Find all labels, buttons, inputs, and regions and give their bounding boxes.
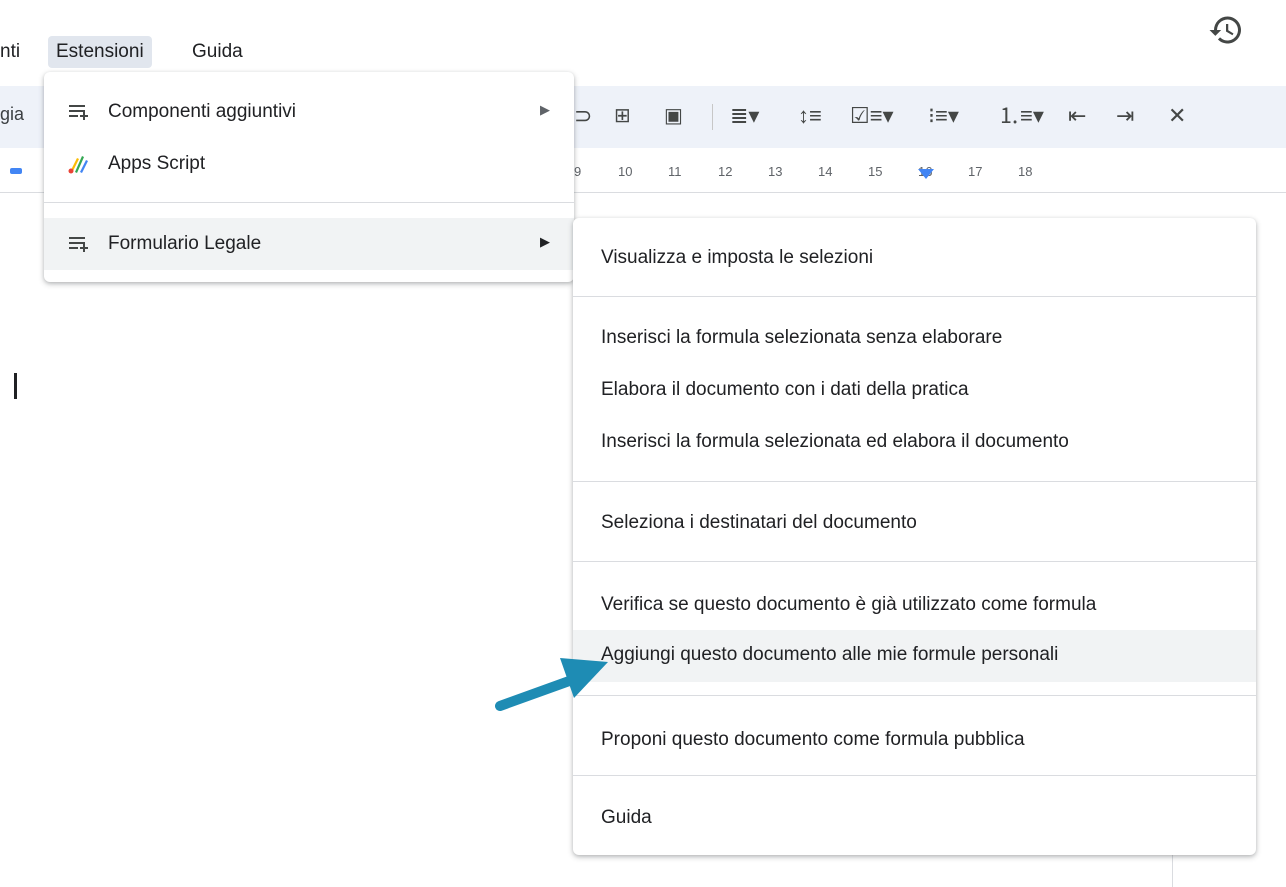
ruler-left-indent-marker[interactable]: [10, 168, 22, 174]
addon-icon: [69, 105, 88, 120]
menu-strumenti[interactable]: nti: [0, 36, 20, 68]
bulleted-list-icon[interactable]: ⁝≡▾: [928, 101, 959, 131]
version-history-icon[interactable]: [1208, 12, 1244, 48]
ruler-number: 17: [968, 164, 983, 179]
ruler-right-indent-marker[interactable]: [918, 169, 934, 179]
submenu-item-guida[interactable]: Guida: [573, 793, 1256, 843]
submenu-item-visualizza-selezioni[interactable]: Visualizza e imposta le selezioni: [573, 233, 1256, 283]
decrease-indent-icon[interactable]: ⇤: [1068, 101, 1086, 131]
menu-estensioni[interactable]: Estensioni: [48, 36, 152, 68]
comment-icon[interactable]: ⊞: [614, 101, 631, 131]
menu-divider: [573, 775, 1256, 776]
annotation-arrow-icon: [495, 658, 608, 711]
menu-item-label: Apps Script: [108, 153, 206, 174]
submenu-item-inserisci-formula[interactable]: Inserisci la formula selezionata senza e…: [573, 313, 1256, 363]
toolbar-partial-label[interactable]: gia: [0, 104, 24, 125]
submenu-item-seleziona-destinatari[interactable]: Seleziona i destinatari del documento: [573, 498, 1256, 548]
menu-divider: [573, 481, 1256, 482]
submenu-item-label: Visualizza e imposta le selezioni: [601, 247, 874, 268]
submenu-item-elabora-documento[interactable]: Elabora il documento con i dati della pr…: [573, 365, 1256, 415]
menubar: nti Estensioni Guida: [0, 30, 700, 74]
submenu-item-label: Inserisci la formula selezionata ed elab…: [601, 431, 1069, 452]
menu-item-label: Componenti aggiuntivi: [108, 101, 297, 122]
menu-divider: [44, 202, 574, 203]
align-icon[interactable]: ≣▾: [730, 101, 759, 131]
toolbar-separator: [712, 104, 713, 130]
submenu-item-proponi-formula-pubblica[interactable]: Proponi questo documento come formula pu…: [573, 715, 1256, 765]
ruler-number: 15: [868, 164, 883, 179]
checklist-icon[interactable]: ☑≡▾: [850, 101, 894, 131]
submenu-item-label: Verifica se questo documento è già utili…: [601, 594, 1097, 615]
submenu-item-aggiungi-formule-personali[interactable]: Aggiungi questo documento alle mie formu…: [573, 630, 1256, 682]
extensions-menu: Componenti aggiuntivi ▶ Apps Script Form…: [44, 72, 574, 282]
line-spacing-icon[interactable]: ↕≡: [798, 101, 822, 131]
ruler-number: 9: [574, 164, 582, 179]
link-icon[interactable]: ⊃: [574, 101, 592, 131]
submenu-item-label: Guida: [601, 807, 652, 828]
text-cursor: [14, 373, 17, 399]
clear-formatting-icon[interactable]: ✕: [1168, 101, 1186, 131]
numbered-list-icon[interactable]: ⒈≡▾: [998, 101, 1044, 131]
increase-indent-icon[interactable]: ⇥: [1116, 101, 1134, 131]
menu-item-formulario-legale[interactable]: Formulario Legale ▶: [44, 218, 574, 270]
submenu-arrow-icon: ▶: [540, 102, 550, 117]
apps-script-icon: [68, 156, 88, 174]
submenu-item-inserisci-ed-elabora[interactable]: Inserisci la formula selezionata ed elab…: [573, 417, 1256, 467]
menu-guida[interactable]: Guida: [192, 36, 243, 68]
submenu-item-label: Elabora il documento con i dati della pr…: [601, 379, 969, 400]
menu-divider: [573, 296, 1256, 297]
menu-item-label: Formulario Legale: [108, 233, 262, 254]
image-icon[interactable]: ▣: [664, 101, 683, 131]
submenu-arrow-icon: ▶: [540, 234, 550, 249]
ruler-number: 18: [1018, 164, 1033, 179]
submenu-item-label: Inserisci la formula selezionata senza e…: [601, 327, 1003, 348]
ruler-number: 10: [618, 164, 633, 179]
ruler-number: 12: [718, 164, 733, 179]
submenu-item-label: Aggiungi questo documento alle mie formu…: [601, 644, 1059, 665]
menu-divider: [573, 695, 1256, 696]
menu-item-apps-script[interactable]: Apps Script: [44, 138, 574, 190]
menu-divider: [573, 561, 1256, 562]
submenu-item-label: Seleziona i destinatari del documento: [601, 512, 917, 533]
submenu-item-label: Proponi questo documento come formula pu…: [601, 729, 1025, 750]
ruler-number: 11: [668, 164, 682, 179]
addon-icon: [69, 237, 88, 252]
ruler-number: 13: [768, 164, 783, 179]
submenu-item-verifica-formula[interactable]: Verifica se questo documento è già utili…: [573, 580, 1256, 630]
menu-item-componenti-aggiuntivi[interactable]: Componenti aggiuntivi ▶: [44, 86, 574, 138]
formulario-legale-submenu: Visualizza e imposta le selezioni Inseri…: [573, 218, 1256, 855]
ruler-number: 14: [818, 164, 833, 179]
